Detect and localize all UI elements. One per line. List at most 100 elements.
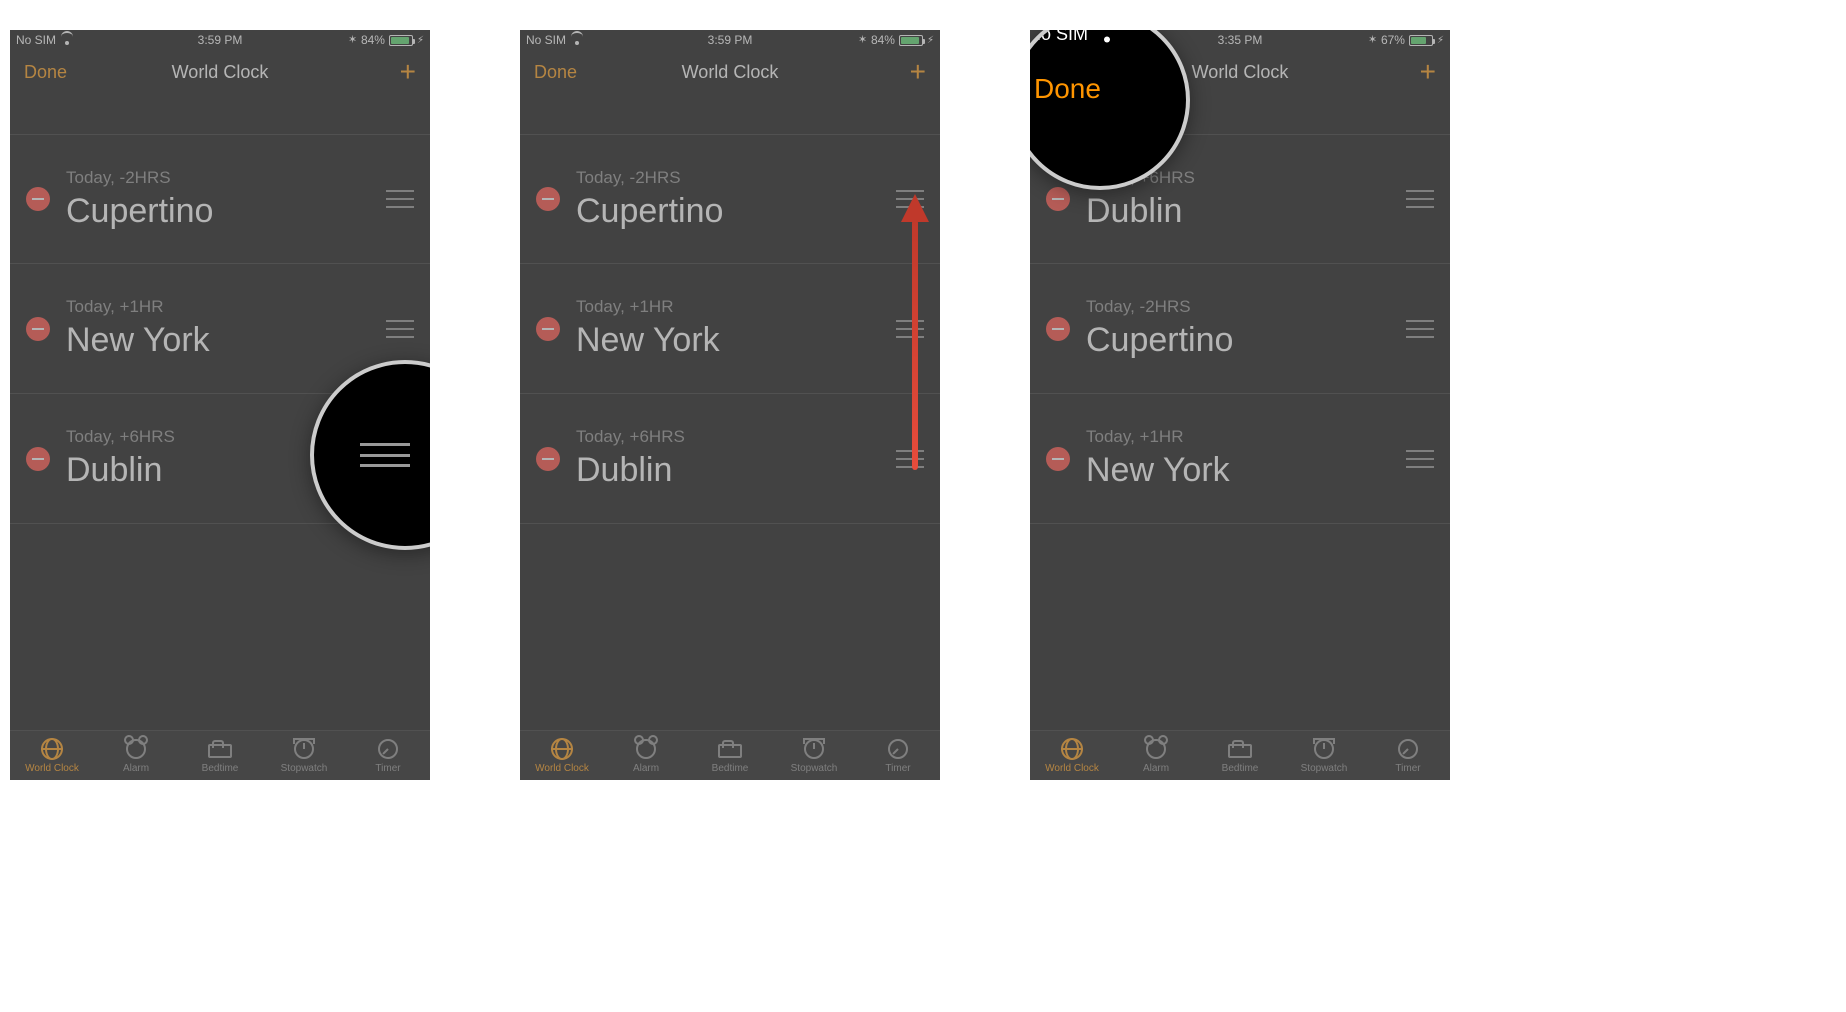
- page-title: World Clock: [10, 62, 430, 83]
- city-name: New York: [66, 321, 386, 360]
- city-name: New York: [576, 321, 896, 360]
- delete-icon[interactable]: [26, 447, 50, 471]
- clock-row: Today, -2HRSCupertino: [1030, 264, 1450, 394]
- tab-alarm[interactable]: Alarm: [604, 731, 688, 780]
- tab-stopwatch[interactable]: Stopwatch: [772, 731, 856, 780]
- reorder-handle-icon: [360, 443, 410, 467]
- reorder-handle-icon[interactable]: [896, 450, 924, 468]
- clock-row: Today, +1HR New York: [1030, 394, 1450, 524]
- tab-bedtime[interactable]: Bedtime: [688, 731, 772, 780]
- bluetooth-icon: [1370, 34, 1377, 46]
- battery-icon: [389, 35, 413, 46]
- delete-icon[interactable]: [536, 317, 560, 341]
- globe-icon: [551, 738, 573, 760]
- callout-done-button[interactable]: Done: [1030, 55, 1186, 123]
- relative-time: Today, +1HR: [576, 297, 896, 317]
- nav-bar: Done World Clock +: [520, 50, 940, 94]
- delete-icon[interactable]: [1046, 447, 1070, 471]
- callout-carrier: No SIM: [1030, 30, 1088, 45]
- alarm-icon: [1146, 739, 1166, 759]
- tab-world-clock[interactable]: World Clock: [1030, 731, 1114, 780]
- tab-alarm[interactable]: Alarm: [1114, 731, 1198, 780]
- relative-time: Today, +1HR: [66, 297, 386, 317]
- charging-icon: ⚡︎: [927, 35, 934, 46]
- wifi-icon: [1097, 30, 1118, 42]
- phone-screen-2: No SIM 3:59 PM 84%⚡︎ Done World Clock + …: [520, 30, 940, 780]
- timer-icon: [1398, 739, 1418, 759]
- reorder-handle-icon[interactable]: [896, 320, 924, 338]
- tab-bar: World Clock Alarm Bedtime Stopwatch Time…: [10, 730, 430, 780]
- battery-icon: [899, 35, 923, 46]
- reorder-handle-icon[interactable]: [1406, 450, 1434, 468]
- clock-row: Today, -2HRS Cupertino: [10, 134, 430, 264]
- bed-icon: [1228, 744, 1252, 758]
- city-name: Dublin: [576, 451, 896, 490]
- done-button[interactable]: Done: [534, 62, 577, 83]
- relative-time: Today, +1HR: [1086, 427, 1406, 447]
- tab-alarm[interactable]: Alarm: [94, 731, 178, 780]
- bluetooth-icon: [860, 34, 867, 46]
- alarm-icon: [126, 739, 146, 759]
- clock-row: Today, +6HRS Dublin: [520, 394, 940, 524]
- city-name: Cupertino: [66, 192, 386, 231]
- relative-time: Today, -2HRS: [576, 168, 896, 188]
- globe-icon: [41, 738, 63, 760]
- city-name: Dublin: [1086, 192, 1406, 231]
- tab-world-clock[interactable]: World Clock: [10, 731, 94, 780]
- status-bar: No SIM 3:59 PM 84%⚡︎: [520, 30, 940, 50]
- stopwatch-icon: [1314, 739, 1334, 759]
- phone-screen-1: No SIM 3:59 PM 84%⚡︎ Done World Clock + …: [10, 30, 430, 780]
- tab-bedtime[interactable]: Bedtime: [1198, 731, 1282, 780]
- globe-icon: [1061, 738, 1083, 760]
- city-name: Cupertino: [1086, 321, 1406, 360]
- add-button[interactable]: +: [1420, 58, 1436, 86]
- tab-stopwatch[interactable]: Stopwatch: [1282, 731, 1366, 780]
- charging-icon: ⚡︎: [417, 35, 424, 46]
- tab-timer[interactable]: Timer: [1366, 731, 1450, 780]
- bluetooth-icon: [350, 34, 357, 46]
- done-button[interactable]: Done: [24, 62, 67, 83]
- timer-icon: [888, 739, 908, 759]
- stopwatch-icon: [804, 739, 824, 759]
- timer-icon: [378, 739, 398, 759]
- delete-icon[interactable]: [536, 187, 560, 211]
- clock-list: Today, -2HRS Cupertino Today, +1HR New Yor…: [520, 94, 940, 524]
- reorder-handle-icon[interactable]: [1406, 320, 1434, 338]
- charging-icon: ⚡︎: [1437, 35, 1444, 46]
- tab-bedtime[interactable]: Bedtime: [178, 731, 262, 780]
- reorder-handle-icon[interactable]: [386, 190, 414, 208]
- stopwatch-icon: [294, 739, 314, 759]
- battery-icon: [1409, 35, 1433, 46]
- nav-bar: Done World Clock +: [10, 50, 430, 94]
- clock-row: Today, -2HRS Cupertino: [520, 134, 940, 264]
- delete-icon[interactable]: [1046, 187, 1070, 211]
- bed-icon: [718, 744, 742, 758]
- reorder-handle-icon[interactable]: [1406, 190, 1434, 208]
- delete-icon[interactable]: [536, 447, 560, 471]
- tab-timer[interactable]: Timer: [346, 731, 430, 780]
- delete-icon[interactable]: [26, 317, 50, 341]
- status-bar: No SIM 3:59 PM 84%⚡︎: [10, 30, 430, 50]
- battery-pct: 84%: [361, 33, 385, 47]
- page-title: World Clock: [520, 62, 940, 83]
- phone-screen-3: 3:35 PM 67%⚡︎ World Clock + Today, +6HRS…: [1030, 30, 1450, 780]
- reorder-handle-icon[interactable]: [386, 320, 414, 338]
- tab-world-clock[interactable]: World Clock: [520, 731, 604, 780]
- tab-bar: World Clock Alarm Bedtime Stopwatch Time…: [1030, 730, 1450, 780]
- delete-icon[interactable]: [26, 187, 50, 211]
- city-name: New York: [1086, 451, 1406, 490]
- city-name: Cupertino: [576, 192, 896, 231]
- add-button[interactable]: +: [400, 58, 416, 86]
- delete-icon[interactable]: [1046, 317, 1070, 341]
- add-button[interactable]: +: [910, 58, 926, 86]
- tab-timer[interactable]: Timer: [856, 731, 940, 780]
- relative-time: Today, -2HRS: [66, 168, 386, 188]
- clock-row: Today, +1HR New York: [520, 264, 940, 394]
- relative-time: Today, +6HRS: [576, 427, 896, 447]
- tab-bar: World Clock Alarm Bedtime Stopwatch Time…: [520, 730, 940, 780]
- drag-arrow-icon: [912, 220, 918, 470]
- tab-stopwatch[interactable]: Stopwatch: [262, 731, 346, 780]
- alarm-icon: [636, 739, 656, 759]
- battery-pct: 67%: [1381, 33, 1405, 47]
- bed-icon: [208, 744, 232, 758]
